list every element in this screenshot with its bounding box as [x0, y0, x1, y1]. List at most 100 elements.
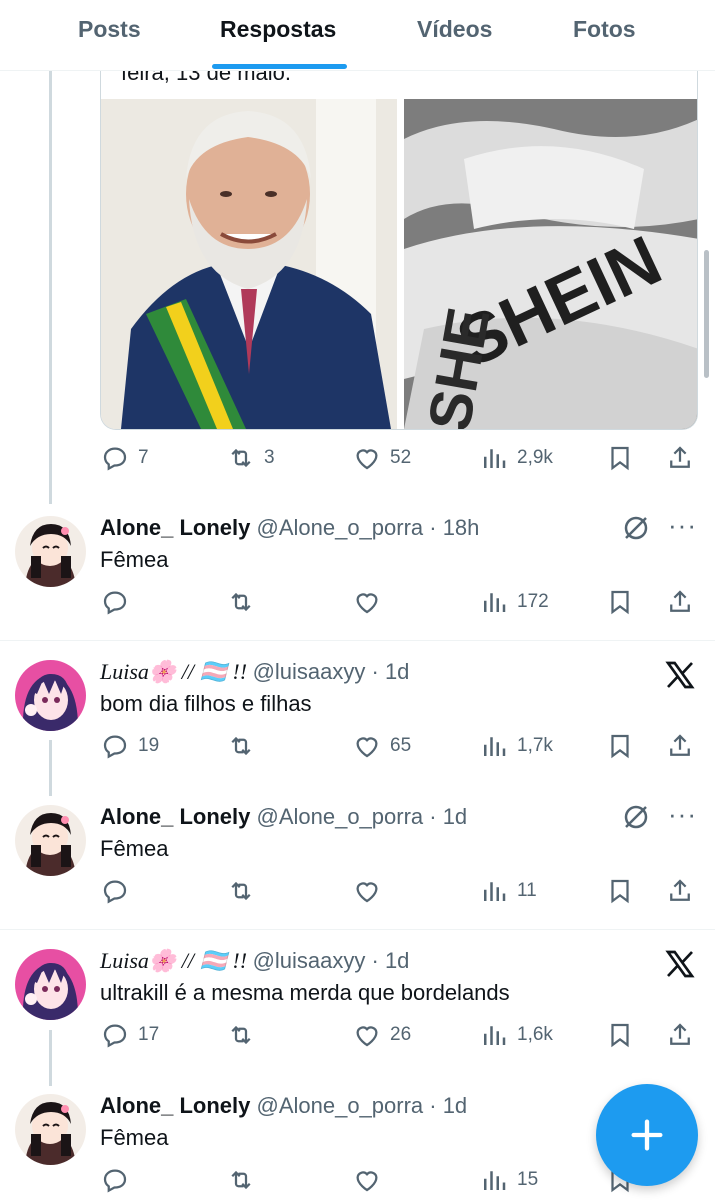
quoted-photo-packages[interactable]: SHEIN SHE	[404, 99, 697, 429]
views-count: 11	[517, 880, 537, 901]
bookmark-button[interactable]	[605, 729, 635, 763]
avatar[interactable]	[15, 805, 86, 876]
like-button[interactable]: 26	[352, 1018, 411, 1052]
like-icon	[356, 449, 378, 470]
share-button[interactable]	[665, 874, 695, 908]
more-icon[interactable]: ···	[668, 799, 697, 830]
x-logo-icon[interactable]	[664, 659, 696, 691]
tweet-text: Fêmea	[100, 1125, 169, 1150]
author-handle[interactable]: @Alone_o_porra · 1d	[256, 804, 467, 829]
share-button[interactable]	[665, 441, 695, 475]
reply-icon	[103, 1024, 127, 1048]
reply-count: 17	[138, 1024, 160, 1045]
x-logo-icon[interactable]	[664, 948, 696, 980]
reply-button[interactable]	[100, 585, 138, 619]
views-button[interactable]: 172	[479, 585, 549, 619]
like-count: 65	[390, 735, 412, 756]
tweet-actions: 17 26 1,6k	[0, 1018, 715, 1052]
share-icon	[670, 734, 690, 756]
like-button[interactable]	[352, 1163, 390, 1197]
reply-button[interactable]: 19	[100, 729, 159, 763]
author-handle[interactable]: @Alone_o_porra · 18h	[256, 515, 479, 540]
reply-icon	[103, 1169, 127, 1193]
profile-tabs: Posts Respostas Vídeos Fotos	[0, 0, 715, 71]
author-name[interactable]: Luisa🌸 // 🏳️‍⚧️ !! @luisaaxyy · 1d	[100, 659, 409, 685]
tab-videos[interactable]: Vídeos	[417, 16, 492, 43]
bookmark-button[interactable]	[605, 585, 635, 619]
tab-respostas[interactable]: Respostas	[220, 16, 336, 43]
views-icon	[484, 737, 506, 756]
share-button[interactable]	[665, 729, 695, 763]
author-handle[interactable]: @luisaaxyy · 1d	[253, 659, 410, 684]
reply-count: 19	[138, 735, 160, 756]
views-button[interactable]: 1,6k	[479, 1018, 553, 1052]
quoted-photo-portrait[interactable]	[101, 99, 397, 429]
repost-button[interactable]	[226, 1163, 264, 1197]
avatar[interactable]	[15, 516, 86, 587]
share-button[interactable]	[665, 585, 695, 619]
bookmark-icon	[611, 446, 629, 471]
like-count: 52	[390, 447, 412, 468]
author-name[interactable]: Alone_ Lonely @Alone_o_porra · 1d	[100, 1093, 467, 1119]
author-handle[interactable]: @Alone_o_porra · 1d	[256, 1093, 467, 1118]
repost-icon	[231, 881, 251, 901]
bookmark-icon	[611, 734, 629, 759]
reply-button[interactable]	[100, 874, 138, 908]
views-icon	[484, 449, 506, 468]
views-count: 1,6k	[517, 1024, 553, 1045]
like-button[interactable]	[352, 874, 390, 908]
author-handle[interactable]: @luisaaxyy · 1d	[253, 948, 410, 973]
repost-icon	[231, 448, 251, 468]
avatar[interactable]	[15, 660, 86, 731]
reply-icon	[103, 591, 127, 615]
more-icon[interactable]: ···	[668, 510, 697, 541]
views-button[interactable]: 11	[479, 874, 537, 908]
grok-icon[interactable]	[621, 513, 651, 543]
repost-button[interactable]	[226, 585, 264, 619]
like-icon	[356, 593, 378, 614]
repost-button[interactable]	[226, 729, 264, 763]
reply-button[interactable]	[100, 1163, 138, 1197]
like-icon	[356, 1171, 378, 1192]
share-button[interactable]	[665, 1018, 695, 1052]
views-count: 2,9k	[517, 447, 553, 468]
like-button[interactable]	[352, 585, 390, 619]
share-icon	[670, 879, 690, 901]
reply-button[interactable]: 7	[100, 441, 149, 475]
author-name[interactable]: Alone_ Lonely @Alone_o_porra · 1d	[100, 804, 467, 830]
bookmark-button[interactable]	[605, 1018, 635, 1052]
bookmark-button[interactable]	[605, 874, 635, 908]
views-button[interactable]: 15	[479, 1163, 538, 1197]
repost-button[interactable]	[226, 874, 264, 908]
tab-posts[interactable]: Posts	[78, 16, 141, 43]
quoted-post-card[interactable]: feira, 13 de maio. SHEIN SHE	[100, 40, 698, 430]
views-button[interactable]: 2,9k	[479, 441, 553, 475]
compose-plus-icon	[631, 1119, 663, 1151]
repost-icon	[231, 1025, 251, 1045]
repost-button[interactable]	[226, 1018, 264, 1052]
grok-icon[interactable]	[621, 802, 651, 832]
author-name[interactable]: Alone_ Lonely @Alone_o_porra · 18h	[100, 515, 479, 541]
bookmark-icon	[611, 1023, 629, 1048]
reply-button[interactable]: 17	[100, 1018, 159, 1052]
divider	[0, 929, 715, 930]
author-name[interactable]: Luisa🌸 // 🏳️‍⚧️ !! @luisaaxyy · 1d	[100, 948, 409, 974]
tweet-actions: 11	[0, 874, 715, 908]
scrollbar[interactable]	[704, 250, 709, 378]
tab-fotos[interactable]: Fotos	[573, 16, 636, 43]
bookmark-button[interactable]	[605, 441, 635, 475]
like-icon	[356, 737, 378, 758]
like-button[interactable]: 65	[352, 729, 411, 763]
repost-icon	[231, 736, 251, 756]
avatar[interactable]	[15, 1094, 86, 1165]
tweet-text: Fêmea	[100, 836, 169, 861]
compose-button[interactable]	[596, 1084, 698, 1186]
repost-button[interactable]: 3	[226, 441, 275, 475]
like-button[interactable]: 52	[352, 441, 411, 475]
views-icon	[484, 593, 506, 612]
views-count: 172	[517, 591, 549, 612]
views-count: 15	[517, 1169, 539, 1190]
views-button[interactable]: 1,7k	[479, 729, 553, 763]
avatar[interactable]	[15, 949, 86, 1020]
bookmark-icon	[611, 590, 629, 615]
